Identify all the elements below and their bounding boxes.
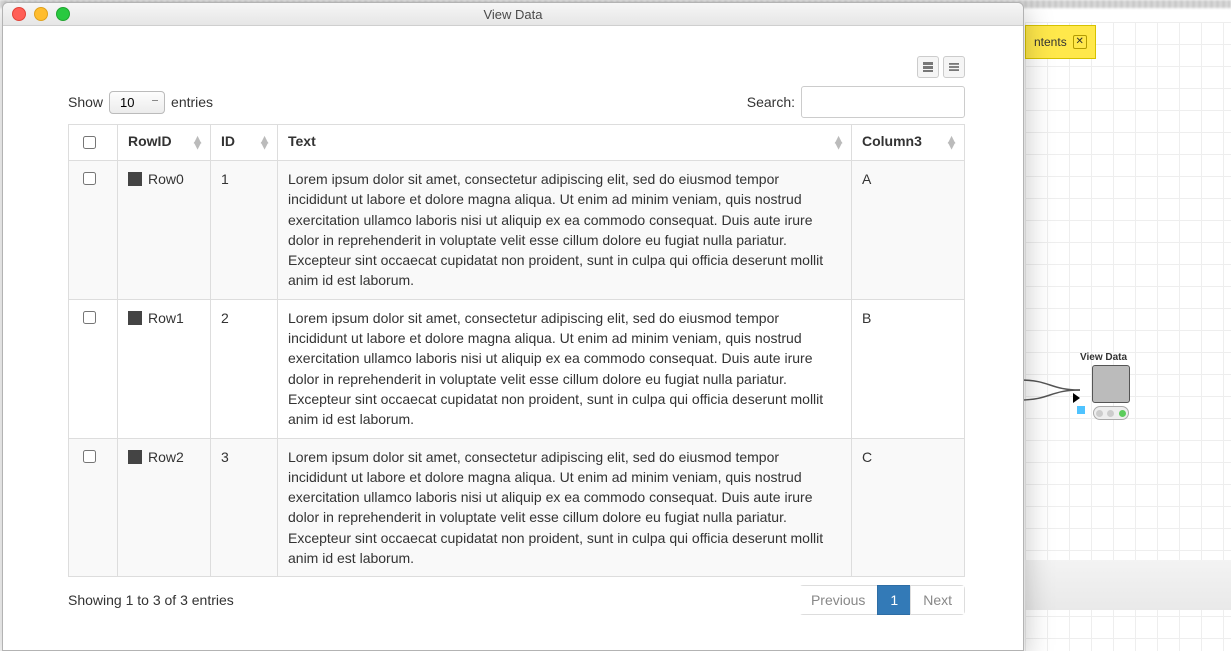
editor-tab-label: ntents: [1034, 35, 1067, 49]
color-chip-icon: [128, 311, 142, 325]
header-text-label: Text: [288, 133, 316, 149]
id-cell: 1: [211, 161, 278, 300]
workflow-node-view-data[interactable]: View Data: [1080, 352, 1142, 420]
header-id-label: ID: [221, 133, 235, 149]
view-data-window: View Data Show 102550100 entries Search:: [2, 2, 1024, 651]
node-status-indicator: [1093, 406, 1129, 420]
rowid-cell: Row0: [148, 171, 184, 187]
menu-icon: [948, 61, 960, 73]
color-chip-icon: [128, 172, 142, 186]
next-page-button[interactable]: Next: [910, 585, 965, 615]
node-input-port-icon: [1073, 393, 1080, 403]
length-suffix: entries: [171, 94, 213, 110]
workflow-canvas[interactable]: [1025, 22, 1231, 651]
header-select-all[interactable]: [69, 125, 118, 161]
table-info: Showing 1 to 3 of 3 entries: [68, 592, 234, 608]
search-label: Search:: [747, 94, 795, 110]
color-chip-icon: [128, 450, 142, 464]
row-checkbox[interactable]: [83, 172, 96, 185]
header-rowid-label: RowID: [128, 133, 172, 149]
id-cell: 2: [211, 299, 278, 438]
background-panel-blur: [1025, 560, 1231, 610]
header-text[interactable]: Text ▲▼: [278, 125, 852, 161]
header-id[interactable]: ID ▲▼: [211, 125, 278, 161]
search-input[interactable]: [801, 86, 965, 118]
window-title: View Data: [3, 7, 1023, 22]
node-flowvar-port-icon: [1077, 406, 1085, 414]
length-control: Show 102550100 entries: [68, 91, 213, 114]
sort-icon: ▲▼: [945, 136, 958, 149]
header-column3[interactable]: Column3 ▲▼: [852, 125, 965, 161]
select-all-checkbox[interactable]: [83, 136, 96, 149]
header-rowid[interactable]: RowID ▲▼: [118, 125, 211, 161]
row-checkbox[interactable]: [83, 450, 96, 463]
header-column3-label: Column3: [862, 133, 922, 149]
length-select[interactable]: 102550100: [109, 91, 165, 114]
sort-icon: ▲▼: [191, 136, 204, 149]
window-content: Show 102550100 entries Search: RowID: [3, 26, 1023, 650]
text-cell: Lorem ipsum dolor sit amet, consectetur …: [278, 161, 852, 300]
editor-tab[interactable]: ntents ✕: [1025, 25, 1096, 59]
column3-cell: B: [852, 299, 965, 438]
column3-cell: A: [852, 161, 965, 300]
id-cell: 3: [211, 438, 278, 577]
sort-icon: ▲▼: [258, 136, 271, 149]
page-number-button[interactable]: 1: [877, 585, 911, 615]
table-row: Row0 1Lorem ipsum dolor sit amet, consect…: [69, 161, 965, 300]
rows-icon: [922, 61, 934, 73]
node-title: View Data: [1080, 352, 1142, 363]
pagination: Previous 1 Next: [799, 585, 965, 615]
prev-page-button[interactable]: Previous: [799, 585, 878, 615]
close-icon[interactable]: ✕: [1073, 35, 1087, 49]
search-control: Search:: [747, 86, 965, 118]
sort-icon: ▲▼: [832, 136, 845, 149]
length-prefix: Show: [68, 94, 103, 110]
table-row: Row1 2Lorem ipsum dolor sit amet, consect…: [69, 299, 965, 438]
settings-menu-button[interactable]: [943, 56, 965, 78]
row-checkbox[interactable]: [83, 311, 96, 324]
column3-cell: C: [852, 438, 965, 577]
text-cell: Lorem ipsum dolor sit amet, consectetur …: [278, 299, 852, 438]
text-cell: Lorem ipsum dolor sit amet, consectetur …: [278, 438, 852, 577]
node-body-icon: [1092, 365, 1130, 403]
window-titlebar[interactable]: View Data: [3, 3, 1023, 26]
table-row: Row2 3Lorem ipsum dolor sit amet, consect…: [69, 438, 965, 577]
rowid-cell: Row1: [148, 310, 184, 326]
data-table: RowID ▲▼ ID ▲▼ Text ▲▼ Column3 ▲▼: [68, 124, 965, 577]
layout-toggle-button[interactable]: [917, 56, 939, 78]
rowid-cell: Row2: [148, 449, 184, 465]
